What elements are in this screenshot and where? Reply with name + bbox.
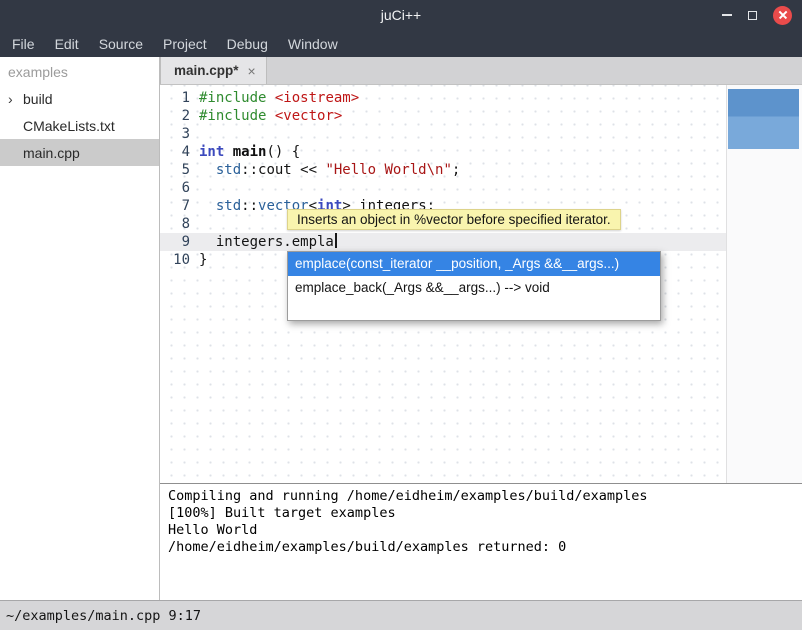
- file-item-cmakelists.txt[interactable]: CMakeLists.txt: [0, 112, 159, 139]
- code-editor[interactable]: 1#include <iostream>2#include <vector>34…: [160, 85, 802, 483]
- line-number: 4: [160, 143, 199, 161]
- menubar: FileEditSourceProjectDebugWindow: [0, 30, 802, 57]
- code-line[interactable]: 1#include <iostream>: [160, 89, 802, 107]
- code-token: [199, 198, 216, 214]
- code-line[interactable]: 5 std::cout << "Hello World\n";: [160, 161, 802, 179]
- close-icon: [773, 6, 792, 25]
- line-number: 2: [160, 107, 199, 125]
- code-line[interactable]: 2#include <vector>: [160, 107, 802, 125]
- file-item-main.cpp[interactable]: main.cpp: [0, 139, 159, 166]
- menu-file[interactable]: File: [2, 32, 45, 56]
- code-line[interactable]: 6: [160, 179, 802, 197]
- line-number: 5: [160, 161, 199, 179]
- tab-label: main.cpp*: [174, 63, 239, 78]
- code-token: cout: [258, 162, 292, 178]
- code-token: <iostream>: [275, 90, 359, 106]
- code-token: [266, 90, 274, 106]
- code-token: <<: [292, 162, 326, 178]
- titlebar: juCi++: [0, 0, 802, 30]
- code-text: int main() {: [199, 143, 300, 161]
- file-item-label: build: [23, 91, 53, 107]
- line-number: 10: [160, 251, 199, 269]
- code-token: <vector>: [275, 108, 342, 124]
- statusbar: ~/examples/main.cpp 9:17: [0, 600, 802, 630]
- build-output-panel: Compiling and running /home/eidheim/exam…: [160, 483, 802, 600]
- app-window: juCi++ FileEditSourceProjectDebugWindow …: [0, 0, 802, 630]
- main-pane: main.cpp* × 1#include <iostream>2#includ…: [160, 57, 802, 600]
- code-token: () {: [266, 144, 300, 160]
- code-token: ::: [241, 162, 258, 178]
- code-token: [199, 162, 216, 178]
- completion-item[interactable]: emplace(const_iterator __position, _Args…: [288, 252, 660, 276]
- file-item-label: main.cpp: [23, 145, 80, 161]
- code-token: ;: [452, 162, 460, 178]
- line-number: 7: [160, 197, 199, 215]
- code-token: #include: [199, 90, 266, 106]
- window-controls: [722, 0, 792, 30]
- output-line: [100%] Built target examples: [168, 505, 794, 522]
- line-number: 9: [160, 233, 199, 251]
- minimize-icon: [722, 14, 732, 16]
- code-token: main: [233, 144, 267, 160]
- code-token: std: [216, 162, 241, 178]
- code-token: std: [216, 198, 241, 214]
- code-token: [266, 108, 274, 124]
- line-number: 8: [160, 215, 199, 233]
- menu-source[interactable]: Source: [89, 32, 153, 56]
- close-button[interactable]: [773, 6, 792, 25]
- code-text: integers.empla: [199, 233, 337, 251]
- code-token: integers.empla: [199, 234, 334, 250]
- output-line: Hello World: [168, 522, 794, 539]
- text-caret: [335, 233, 337, 248]
- menu-window[interactable]: Window: [278, 32, 348, 56]
- window-title: juCi++: [0, 7, 802, 23]
- completion-item[interactable]: emplace_back(_Args &&__args...) --> void: [288, 276, 660, 300]
- line-number: 1: [160, 89, 199, 107]
- code-text: std::cout << "Hello World\n";: [199, 161, 460, 179]
- menu-edit[interactable]: Edit: [45, 32, 89, 56]
- minimize-button[interactable]: [722, 14, 732, 16]
- file-tree: ›build CMakeLists.txt main.cpp: [0, 85, 159, 166]
- code-line[interactable]: 9 integers.empla: [160, 233, 802, 251]
- file-explorer: examples ›build CMakeLists.txt main.cpp: [0, 57, 160, 600]
- autocomplete-popup: emplace(const_iterator __position, _Args…: [287, 251, 661, 321]
- code-token: }: [199, 252, 207, 268]
- code-line[interactable]: 3: [160, 125, 802, 143]
- project-name: examples: [0, 57, 159, 85]
- menu-project[interactable]: Project: [153, 32, 217, 56]
- output-line: Compiling and running /home/eidheim/exam…: [168, 488, 794, 505]
- line-number: 6: [160, 179, 199, 197]
- file-item-build[interactable]: ›build: [0, 85, 159, 112]
- code-token: ::: [241, 198, 258, 214]
- completion-doc-tooltip: Inserts an object in %vector before spec…: [287, 209, 621, 230]
- tabbar: main.cpp* ×: [160, 57, 802, 85]
- restore-button[interactable]: [748, 11, 757, 20]
- restore-icon: [748, 11, 757, 20]
- code-text: #include <vector>: [199, 107, 342, 125]
- code-token: #include: [199, 108, 266, 124]
- content: examples ›build CMakeLists.txt main.cpp ma…: [0, 57, 802, 600]
- menu-debug[interactable]: Debug: [217, 32, 278, 56]
- code-line[interactable]: 4int main() {: [160, 143, 802, 161]
- tab-close-icon[interactable]: ×: [248, 63, 256, 79]
- code-text: }: [199, 251, 207, 269]
- code-token: "Hello World\n": [325, 162, 451, 178]
- code-text: #include <iostream>: [199, 89, 359, 107]
- file-item-label: CMakeLists.txt: [23, 118, 115, 134]
- code-token: int: [199, 144, 224, 160]
- code-lines: 1#include <iostream>2#include <vector>34…: [160, 89, 802, 269]
- expander-icon[interactable]: ›: [8, 91, 23, 107]
- line-number: 3: [160, 125, 199, 143]
- tab-main-cpp[interactable]: main.cpp* ×: [160, 57, 267, 84]
- status-file-position: ~/examples/main.cpp 9:17: [6, 608, 201, 624]
- output-line: /home/eidheim/examples/build/examples re…: [168, 539, 794, 556]
- code-token: [224, 144, 232, 160]
